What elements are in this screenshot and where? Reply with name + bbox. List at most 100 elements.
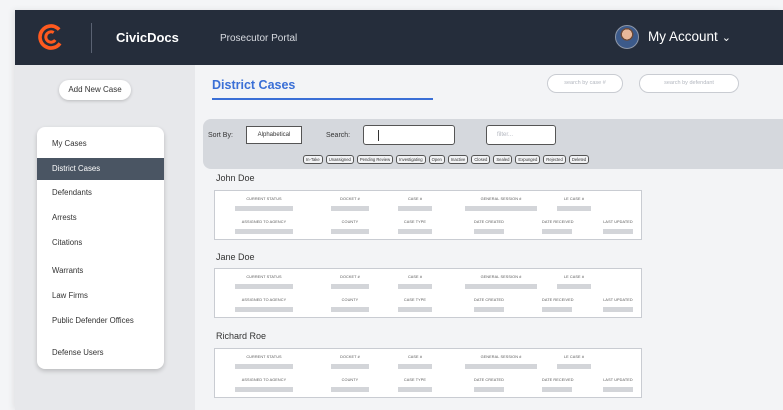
portal-name: Prosecutor Portal: [220, 33, 298, 44]
search-by-defendant-input[interactable]: search by defendant: [639, 74, 739, 93]
field-label-county: County: [341, 220, 359, 224]
sort-by-select[interactable]: Alphabetical: [246, 126, 302, 144]
status-filter-chips: In-Take Unassigned Pending Review Investiga…: [303, 155, 590, 164]
field-label-last-updated: Last Updated: [603, 220, 633, 224]
case-defendant-name[interactable]: Richard Roe: [216, 331, 266, 341]
field-value-placeholder: [398, 387, 432, 392]
field-label-date-received: Date Received: [542, 378, 574, 382]
field-value-placeholder: [465, 284, 537, 289]
field-label-case-type: Case Type: [403, 220, 427, 224]
field-value-placeholder: [603, 229, 633, 234]
sidebar-item-arrests[interactable]: Arrests: [37, 207, 164, 229]
field-label-current-status: Current status: [246, 275, 282, 279]
field-value-placeholder: [331, 387, 369, 392]
search-input[interactable]: [363, 125, 455, 145]
case-card[interactable]: Current status Docket # Case # General Sess…: [214, 190, 642, 240]
field-value-placeholder: [398, 206, 432, 211]
field-value-placeholder: [235, 229, 293, 234]
field-label-docket: Docket #: [340, 197, 360, 201]
status-chip[interactable]: Pending Review: [356, 155, 394, 164]
status-chip[interactable]: Open: [428, 155, 445, 164]
status-chip[interactable]: Rejected: [543, 155, 566, 164]
field-value-placeholder: [235, 284, 293, 289]
add-new-case-button[interactable]: Add New Case: [59, 80, 131, 100]
sidebar-item-law-firms[interactable]: Law Firms: [37, 285, 164, 307]
field-value-placeholder: [542, 229, 572, 234]
status-chip[interactable]: Unassigned: [325, 155, 354, 164]
field-value-placeholder: [465, 364, 537, 369]
field-label-last-updated: Last Updated: [603, 298, 633, 302]
sidebar-item-warrants[interactable]: Warrants: [37, 260, 164, 282]
field-value-placeholder: [603, 387, 633, 392]
field-value-placeholder: [557, 284, 591, 289]
status-chip[interactable]: Expunged: [515, 155, 541, 164]
field-label-assigned-agency: Assigned to Agency: [241, 378, 287, 382]
field-label-last-updated: Last Updated: [603, 378, 633, 382]
field-value-placeholder: [398, 364, 432, 369]
sort-by-label: Sort By:: [208, 132, 233, 139]
sidebar-item-citations[interactable]: Citations: [37, 232, 164, 254]
field-value-placeholder: [474, 307, 504, 312]
field-label-case-no: Case #: [407, 355, 423, 359]
field-value-placeholder: [398, 284, 432, 289]
case-defendant-name[interactable]: Jane Doe: [216, 252, 255, 262]
field-label-date-created: Date created: [474, 378, 504, 382]
sidebar-item-district-cases[interactable]: District Cases: [37, 158, 164, 180]
page-title: District Cases: [212, 78, 296, 92]
field-label-county: County: [341, 298, 359, 302]
field-value-placeholder: [331, 364, 369, 369]
case-card[interactable]: Current status Docket # Case # General Sess…: [214, 268, 642, 318]
chevron-down-icon: ⌄: [721, 32, 731, 44]
field-label-docket: Docket #: [340, 275, 360, 279]
user-avatar[interactable]: [615, 25, 639, 49]
field-value-placeholder: [235, 206, 293, 211]
field-value-placeholder: [331, 206, 369, 211]
field-label-le-case: LE Case #: [563, 275, 585, 279]
field-label-case-type: Case Type: [403, 378, 427, 382]
field-value-placeholder: [235, 387, 293, 392]
field-label-le-case: LE Case #: [563, 355, 585, 359]
case-defendant-name[interactable]: John Doe: [216, 173, 255, 183]
status-chip[interactable]: Deleted: [568, 155, 590, 164]
field-label-case-no: Case #: [407, 197, 423, 201]
my-account-menu[interactable]: My Account ⌄: [648, 29, 731, 44]
brand-name[interactable]: CivicDocs: [116, 30, 179, 45]
my-account-label: My Account: [648, 29, 718, 44]
app-frame: CivicDocs Prosecutor Portal My Account ⌄ …: [15, 10, 783, 410]
field-value-placeholder: [474, 229, 504, 234]
field-value-placeholder: [474, 387, 504, 392]
civicdocs-logo-icon[interactable]: [38, 24, 64, 50]
field-label-current-status: Current status: [246, 355, 282, 359]
field-value-placeholder: [331, 229, 369, 234]
filter-input[interactable]: filter...: [486, 125, 556, 145]
field-value-placeholder: [398, 307, 432, 312]
field-label-date-received: Date Received: [542, 220, 574, 224]
field-label-current-status: Current status: [246, 197, 282, 201]
case-card[interactable]: Current status Docket # Case # General Sess…: [214, 348, 642, 398]
sidebar-item-defendants[interactable]: Defendants: [37, 182, 164, 204]
field-value-placeholder: [235, 364, 293, 369]
search-by-case-input[interactable]: search by case #: [547, 74, 623, 93]
field-value-placeholder: [398, 229, 432, 234]
status-chip[interactable]: Closed: [471, 155, 491, 164]
sidebar-item-my-cases[interactable]: My Cases: [37, 133, 164, 155]
field-label-general-session: General Session #: [480, 275, 522, 279]
field-value-placeholder: [603, 307, 633, 312]
status-chip[interactable]: In-Take: [303, 155, 323, 164]
sidebar-item-defense-users[interactable]: Defense Users: [37, 342, 164, 364]
field-label-case-no: Case #: [407, 275, 423, 279]
field-label-general-session: General Session #: [480, 197, 522, 201]
sidebar-nav: My Cases District Cases Defendants Arres…: [37, 127, 164, 369]
status-chip[interactable]: Sealed: [493, 155, 513, 164]
field-label-docket: Docket #: [340, 355, 360, 359]
field-label-case-type: Case Type: [403, 298, 427, 302]
field-value-placeholder: [331, 284, 369, 289]
field-value-placeholder: [331, 307, 369, 312]
field-label-date-received: Date Received: [542, 298, 574, 302]
field-value-placeholder: [542, 307, 572, 312]
status-chip[interactable]: Inactive: [447, 155, 469, 164]
field-value-placeholder: [465, 206, 537, 211]
title-underline: [212, 98, 433, 100]
sidebar-item-public-defender-offices[interactable]: Public Defender Offices: [37, 310, 164, 332]
status-chip[interactable]: Investigating: [396, 155, 426, 164]
